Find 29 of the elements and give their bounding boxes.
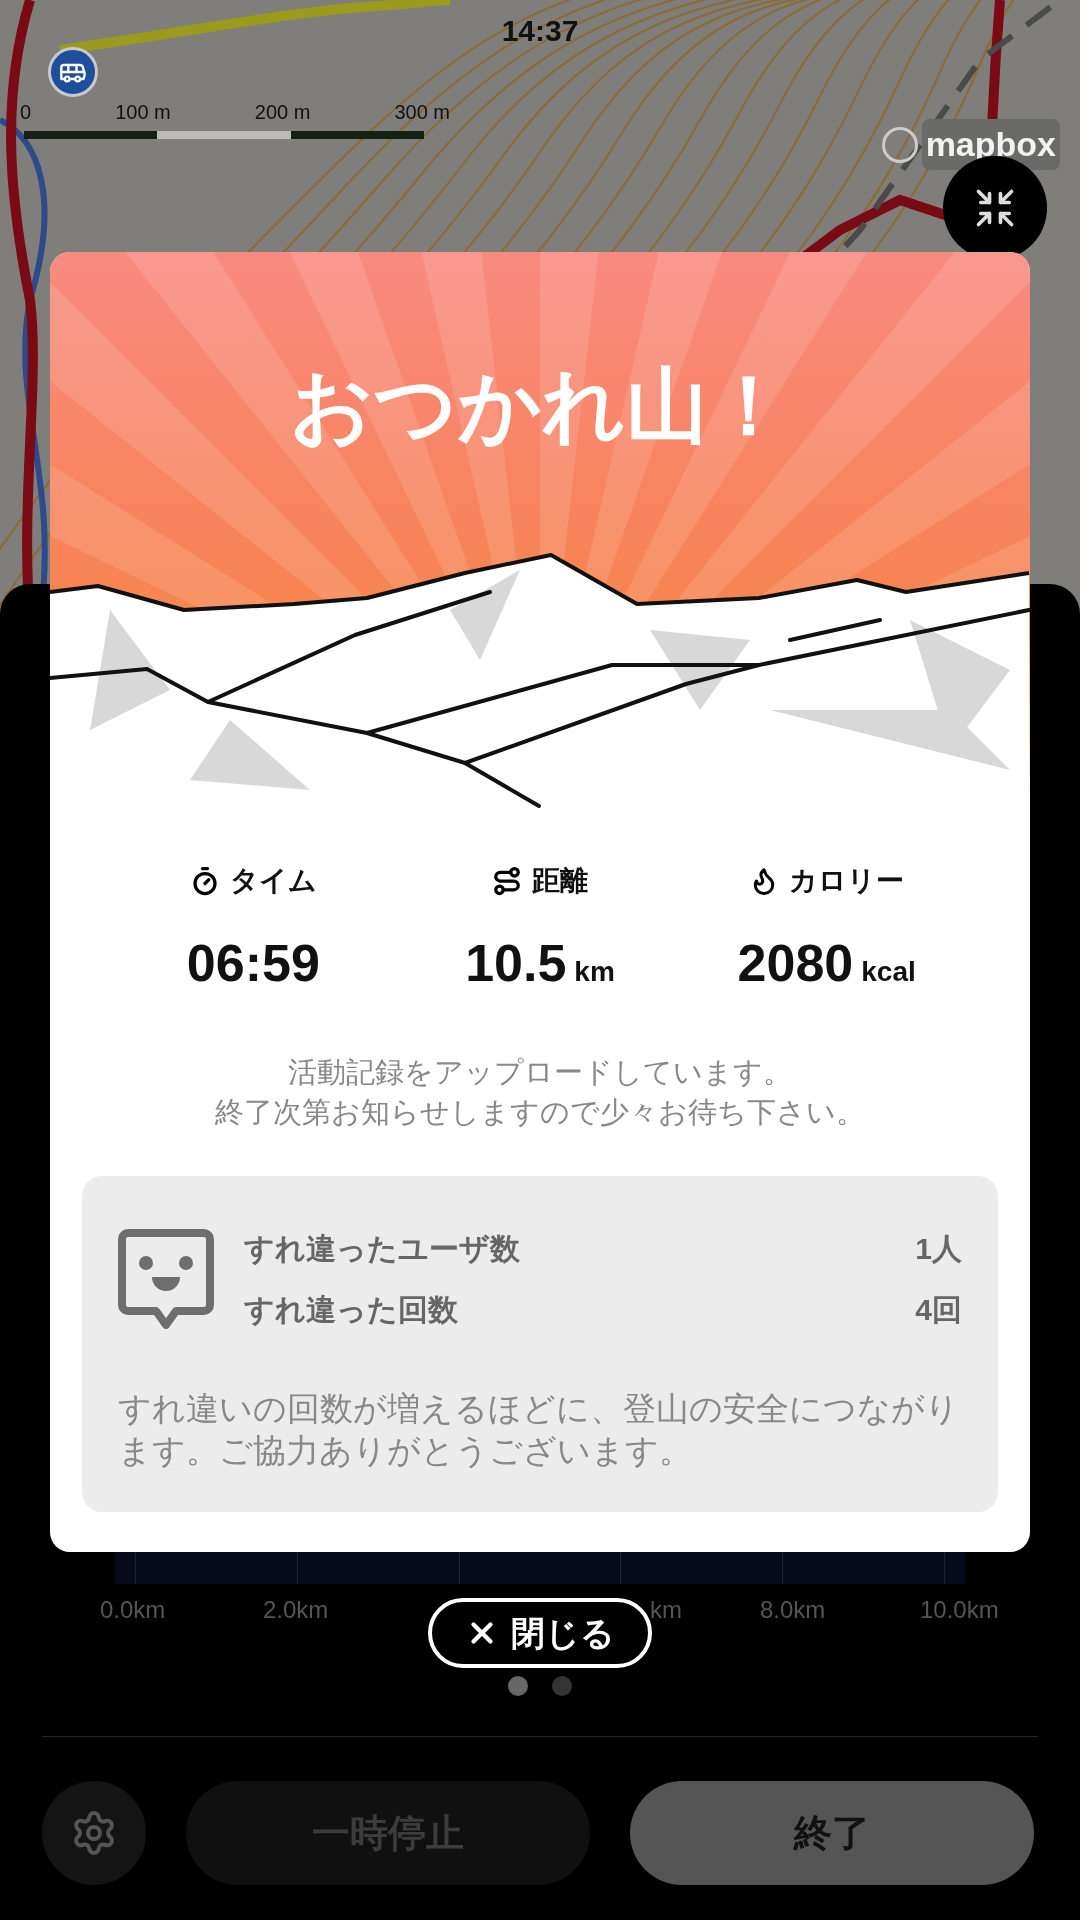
mapbox-logo-icon (881, 126, 918, 163)
scale-label: 0 (20, 100, 32, 125)
route-icon (492, 866, 522, 896)
stat-label: タイム (229, 864, 317, 898)
scale-label: 100 m (115, 100, 171, 125)
stat-value: 06:59 (186, 933, 320, 994)
smiling-chat-bubble-icon (118, 1229, 214, 1329)
passing-note: すれ違いの回数が増えるほどに、登山の安全につながります。ご協力ありがとうございます。 (118, 1389, 960, 1471)
upload-message: 終了次第お知らせしますので少々お待ち下さい。 (215, 1095, 865, 1130)
stat-value: 10.5 (465, 933, 567, 994)
dialog-title: おつかれ山！ (290, 359, 790, 453)
axis-label: km (650, 1595, 683, 1625)
stat-unit: kcal (861, 955, 916, 989)
stat-label: カロリー (789, 864, 905, 898)
passing-label: すれ違った回数 (244, 1292, 458, 1328)
passing-label: すれ違ったユーザ数 (244, 1231, 520, 1267)
scale-label: 200 m (254, 100, 311, 125)
passing-count: 1人 (915, 1231, 962, 1267)
stat-unit: km (574, 955, 615, 989)
axis-label: 10.0km (920, 1595, 1000, 1625)
axis-label: 0.0km (100, 1595, 167, 1625)
upload-message: 活動記録をアップロードしています。 (288, 1055, 792, 1090)
close-button[interactable]: 閉じる (428, 1598, 652, 1668)
stat-value: 2080 (737, 933, 854, 994)
axis-label: 2.0km (263, 1595, 330, 1625)
end-button[interactable]: 終了 (630, 1781, 1034, 1885)
axis-label: 8.0km (760, 1595, 827, 1625)
passing-count: 4回 (915, 1292, 962, 1328)
stat-label: 距離 (532, 864, 588, 898)
